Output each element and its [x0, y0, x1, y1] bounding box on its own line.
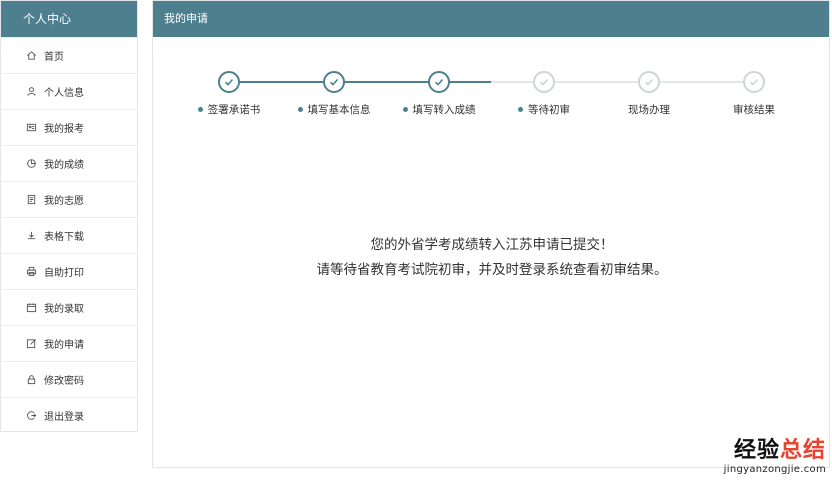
sidebar-item-label: 我的成绩 [44, 160, 84, 171]
step-label: 现场办理 [628, 104, 670, 116]
step-2: 填写基本信息 [279, 71, 389, 117]
sidebar-item-label: 我的录取 [44, 304, 84, 315]
sidebar-item-print[interactable]: 自助打印 [1, 253, 137, 289]
step-dot [402, 107, 408, 112]
sidebar-item-label: 我的志愿 [44, 196, 84, 207]
step-1: 签署承诺书 [174, 71, 284, 117]
sidebar-item-admission[interactable]: 我的录取 [1, 289, 137, 325]
sidebar-item-label: 修改密码 [44, 376, 84, 387]
check-icon [533, 71, 555, 93]
sidebar-item-label: 退出登录 [44, 412, 84, 423]
message-line-1: 您的外省学考成绩转入江苏申请已提交！ [370, 237, 614, 253]
logout-icon [25, 410, 37, 422]
message-line-2: 请等待省教育考试院初审，并及时登录系统查看初审结果。 [316, 262, 668, 278]
check-icon [323, 71, 345, 93]
sidebar-item-label: 自助打印 [44, 268, 84, 279]
step-dot [518, 107, 523, 112]
sidebar-item-label: 我的报考 [44, 124, 84, 135]
lock-icon [25, 374, 37, 386]
sidebar-item-registration[interactable]: 我的报考 [1, 109, 137, 145]
sidebar-item-home[interactable]: 首页 [1, 37, 137, 73]
step-dot [297, 107, 303, 112]
progress-steps: 签署承诺书 填写基本信息 填写转入成绩 等待初审 现场办理 审核结果 [153, 65, 831, 125]
check-icon [428, 71, 450, 93]
step-3: 填写转入成绩 [384, 71, 494, 117]
document-icon [25, 194, 37, 206]
submission-message: 您的外省学考成绩转入江苏申请已提交！ 请等待省教育考试院初审，并及时登录系统查看… [153, 233, 831, 283]
sidebar-item-label: 表格下载 [44, 232, 84, 243]
sidebar-item-label: 个人信息 [44, 88, 84, 99]
watermark-main-b: 总结 [779, 438, 826, 463]
home-icon [25, 50, 37, 62]
id-card-icon [25, 122, 37, 134]
pie-chart-icon [25, 158, 37, 170]
printer-icon [25, 266, 37, 278]
download-icon [25, 230, 37, 242]
user-icon [25, 86, 37, 98]
sidebar: 个人中心 首页 个人信息 我的报考 我的成绩 我的志愿 表格下载 自助打印 我的… [0, 0, 138, 432]
step-6: 审核结果 [699, 71, 809, 117]
sidebar-item-downloads[interactable]: 表格下载 [1, 217, 137, 253]
step-label: 填写转入成绩 [412, 104, 476, 116]
watermark-url: jingyanzongjie.com [723, 464, 826, 475]
edit-icon [25, 338, 37, 350]
sidebar-item-label: 首页 [44, 52, 64, 63]
step-5: 现场办理 [594, 71, 704, 117]
sidebar-title: 个人中心 [1, 1, 137, 37]
check-icon [743, 71, 765, 93]
sidebar-item-applications[interactable]: 我的申请 [1, 325, 137, 361]
step-label: 填写基本信息 [307, 104, 371, 116]
check-icon [218, 71, 240, 93]
main-panel: 我的申请 签署承诺书 填写基本信息 填写转入成绩 等待初审 现场办理 审核结果 … [152, 0, 830, 468]
calendar-icon [25, 302, 37, 314]
sidebar-item-change-password[interactable]: 修改密码 [1, 361, 137, 397]
watermark-main-a: 经验 [733, 438, 780, 463]
step-label: 等待初审 [528, 104, 570, 116]
sidebar-item-preferences[interactable]: 我的志愿 [1, 181, 137, 217]
step-4: 等待初审 [489, 71, 599, 117]
sidebar-item-logout[interactable]: 退出登录 [1, 397, 137, 433]
sidebar-item-profile[interactable]: 个人信息 [1, 73, 137, 109]
step-label: 签署承诺书 [207, 104, 261, 116]
panel-title: 我的申请 [153, 1, 829, 37]
step-dot [197, 107, 203, 112]
sidebar-item-scores[interactable]: 我的成绩 [1, 145, 137, 181]
sidebar-item-label: 我的申请 [44, 340, 84, 351]
watermark: 经验总结 jingyanzongjie.com [666, 432, 826, 475]
step-label: 审核结果 [733, 104, 775, 116]
check-icon [638, 71, 660, 93]
